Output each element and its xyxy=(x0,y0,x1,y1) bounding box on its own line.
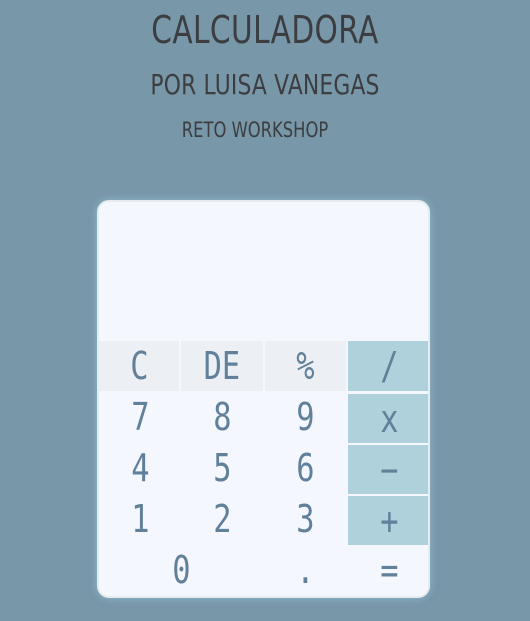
decimal-label: . xyxy=(296,548,315,592)
calculator-display xyxy=(99,202,428,342)
digit-9-label: 9 xyxy=(296,395,315,439)
delete-label: DE xyxy=(203,344,241,388)
equals-label: = xyxy=(379,548,399,592)
divide-button[interactable]: / xyxy=(348,341,428,391)
add-label: + xyxy=(379,498,399,543)
percent-label: % xyxy=(296,344,315,388)
delete-button[interactable]: DE xyxy=(181,341,263,391)
digit-0-button[interactable]: 0 xyxy=(99,545,264,595)
workshop-label: RETO WORKSHOP xyxy=(181,118,329,142)
digit-1-button[interactable]: 1 xyxy=(99,494,181,544)
digit-8-label: 8 xyxy=(213,395,232,439)
subtract-button[interactable]: − xyxy=(348,445,428,494)
digit-4-label: 4 xyxy=(130,446,150,490)
digit-7-label: 7 xyxy=(130,395,150,439)
digit-3-label: 3 xyxy=(296,497,315,541)
multiply-label: x xyxy=(379,396,399,441)
digit-6-label: 6 xyxy=(296,446,315,490)
add-button[interactable]: + xyxy=(348,496,428,545)
digit-5-label: 5 xyxy=(213,446,232,490)
calculator: C DE % / 7 8 9 x 4 5 6 − 1 2 3 + 0 . = xyxy=(97,200,430,598)
multiply-button[interactable]: x xyxy=(348,394,428,443)
digit-4-button[interactable]: 4 xyxy=(99,443,181,493)
percent-button[interactable]: % xyxy=(265,341,346,391)
page-title: CALCULADORA xyxy=(151,8,379,52)
digit-2-button[interactable]: 2 xyxy=(181,494,264,544)
digit-8-button[interactable]: 8 xyxy=(181,392,264,442)
digit-7-button[interactable]: 7 xyxy=(99,392,181,442)
clear-label: C xyxy=(129,344,149,388)
digit-6-button[interactable]: 6 xyxy=(264,443,347,493)
digit-5-button[interactable]: 5 xyxy=(181,443,264,493)
equals-button[interactable]: = xyxy=(348,545,428,595)
digit-2-label: 2 xyxy=(213,497,232,541)
digit-9-button[interactable]: 9 xyxy=(264,392,347,442)
decimal-button[interactable]: . xyxy=(264,545,347,595)
digit-0-label: 0 xyxy=(172,548,191,592)
divide-label: / xyxy=(379,344,399,388)
author-subtitle: POR LUISA VANEGAS xyxy=(150,68,380,101)
clear-button[interactable]: C xyxy=(99,341,179,391)
digit-3-button[interactable]: 3 xyxy=(264,494,347,544)
subtract-label: − xyxy=(379,447,399,492)
digit-1-label: 1 xyxy=(130,497,150,541)
